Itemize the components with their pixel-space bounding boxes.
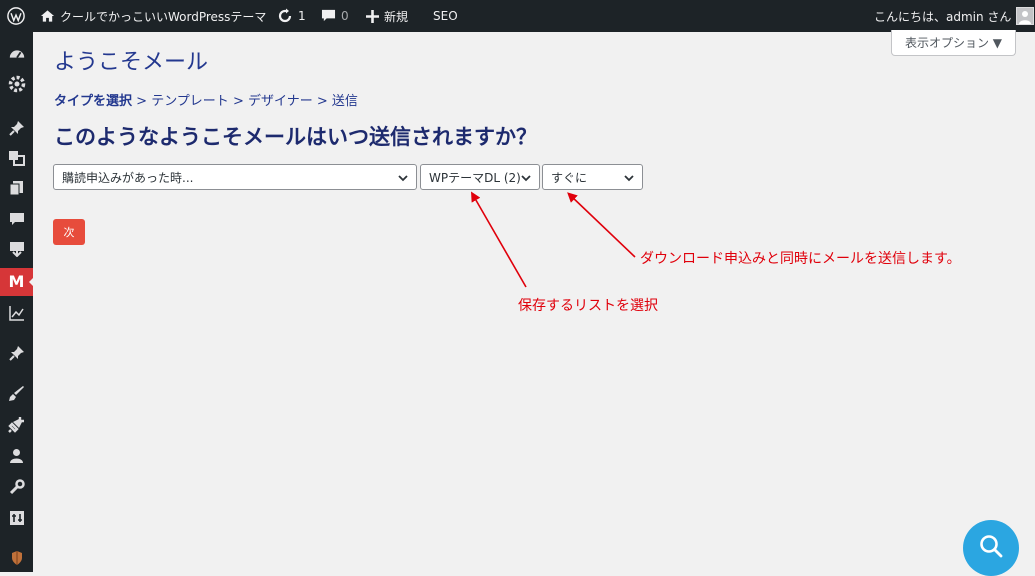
timing-annotation-arrow xyxy=(567,192,636,258)
help-search-button[interactable] xyxy=(963,520,1019,576)
list-annotation: 保存するリストを選択 xyxy=(518,298,658,314)
timing-annotation: ダウンロード申込みと同時にメールを送信します。 xyxy=(640,251,961,267)
list-annotation-arrow xyxy=(471,191,527,288)
annotation-arrows xyxy=(471,191,636,288)
search-icon xyxy=(978,533,1004,563)
